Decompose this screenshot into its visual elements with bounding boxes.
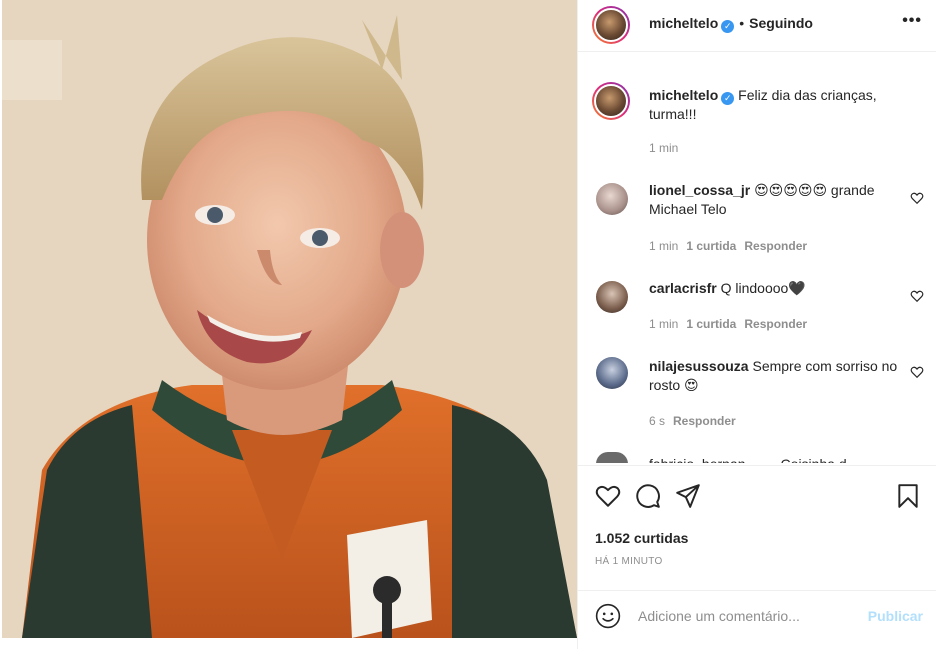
author-username[interactable]: micheltelo: [649, 15, 718, 31]
comment-likes[interactable]: 1 curtida: [686, 317, 736, 331]
comment-time[interactable]: 1 min: [649, 239, 678, 253]
share-icon[interactable]: [675, 483, 701, 509]
caption-author-avatar[interactable]: [592, 82, 630, 120]
more-options-icon[interactable]: •••: [902, 12, 922, 30]
commenter-avatar[interactable]: [596, 183, 628, 215]
comment-meta: 6 s Responder: [649, 414, 736, 428]
header-author-line: micheltelo ✓ • Seguindo: [649, 15, 813, 33]
header-separator: •: [739, 15, 745, 31]
comment-likes[interactable]: 1 curtida: [686, 239, 736, 253]
child-portrait-image: [2, 0, 577, 638]
follow-status-button[interactable]: Seguindo: [749, 15, 813, 31]
comment-time[interactable]: 6 s: [649, 414, 665, 428]
comment-icon[interactable]: [635, 483, 661, 509]
comments-list[interactable]: micheltelo ✓ Feliz dia das crianças, turm…: [578, 53, 936, 463]
comment-text-cutoff: fabricio_hernan____ Coisinha d: [649, 452, 847, 463]
comment-username[interactable]: carlacrisfr: [649, 280, 717, 296]
comment-heart-icon[interactable]: [910, 289, 924, 303]
comment-reply-button[interactable]: Responder: [744, 317, 807, 331]
commenter-avatar[interactable]: [596, 452, 628, 463]
post-timestamp[interactable]: HÁ 1 MINUTO: [595, 556, 663, 567]
heart-icon[interactable]: [595, 483, 621, 509]
comment-username[interactable]: nilajesussouza: [649, 358, 749, 374]
comment-meta: 1 min 1 curtida Responder: [649, 317, 807, 331]
post-sidebar: micheltelo ✓ • Seguindo ••• micheltelo ✓ Fel…: [577, 0, 936, 649]
comment-time[interactable]: 1 min: [649, 317, 678, 331]
comment-text: Q lindoooo🖤: [720, 280, 806, 296]
bookmark-icon[interactable]: [895, 483, 921, 509]
post-photo[interactable]: [2, 0, 577, 638]
commenter-avatar[interactable]: [596, 281, 628, 313]
post-actions: 1.052 curtidas HÁ 1 MINUTO: [578, 465, 936, 590]
post-header: micheltelo ✓ • Seguindo •••: [578, 0, 936, 52]
comment-reply-button[interactable]: Responder: [673, 414, 736, 428]
caption-text-block: micheltelo ✓ Feliz dia das crianças, turm…: [649, 86, 904, 124]
comment-text-block: lionel_cossa_jr 😍😍😍😍😍 grande Michael Tel…: [649, 181, 904, 219]
comment-meta: 1 min 1 curtida Responder: [649, 239, 807, 253]
comment-text-block: nilajesussouza Sempre com sorriso no ros…: [649, 357, 904, 395]
caption-username[interactable]: micheltelo: [649, 87, 718, 103]
verified-badge-icon: ✓: [721, 20, 735, 33]
comment-reply-button[interactable]: Responder: [744, 239, 807, 253]
likes-count[interactable]: 1.052 curtidas: [595, 530, 688, 546]
comment-username[interactable]: lionel_cossa_jr: [649, 182, 750, 198]
comment-heart-icon[interactable]: [910, 365, 924, 379]
comment-heart-icon[interactable]: [910, 191, 924, 205]
comment-input[interactable]: [638, 603, 858, 629]
comment-text-block: carlacrisfr Q lindoooo🖤: [649, 279, 904, 298]
publish-button[interactable]: Publicar: [868, 608, 923, 624]
author-avatar[interactable]: [592, 6, 630, 44]
add-comment-bar: Publicar: [578, 590, 936, 649]
instagram-post: micheltelo ✓ • Seguindo ••• micheltelo ✓ Fel…: [0, 0, 945, 649]
smiley-icon[interactable]: [595, 603, 621, 629]
commenter-avatar[interactable]: [596, 357, 628, 389]
verified-badge-icon: ✓: [721, 92, 735, 105]
caption-time[interactable]: 1 min: [649, 141, 678, 155]
